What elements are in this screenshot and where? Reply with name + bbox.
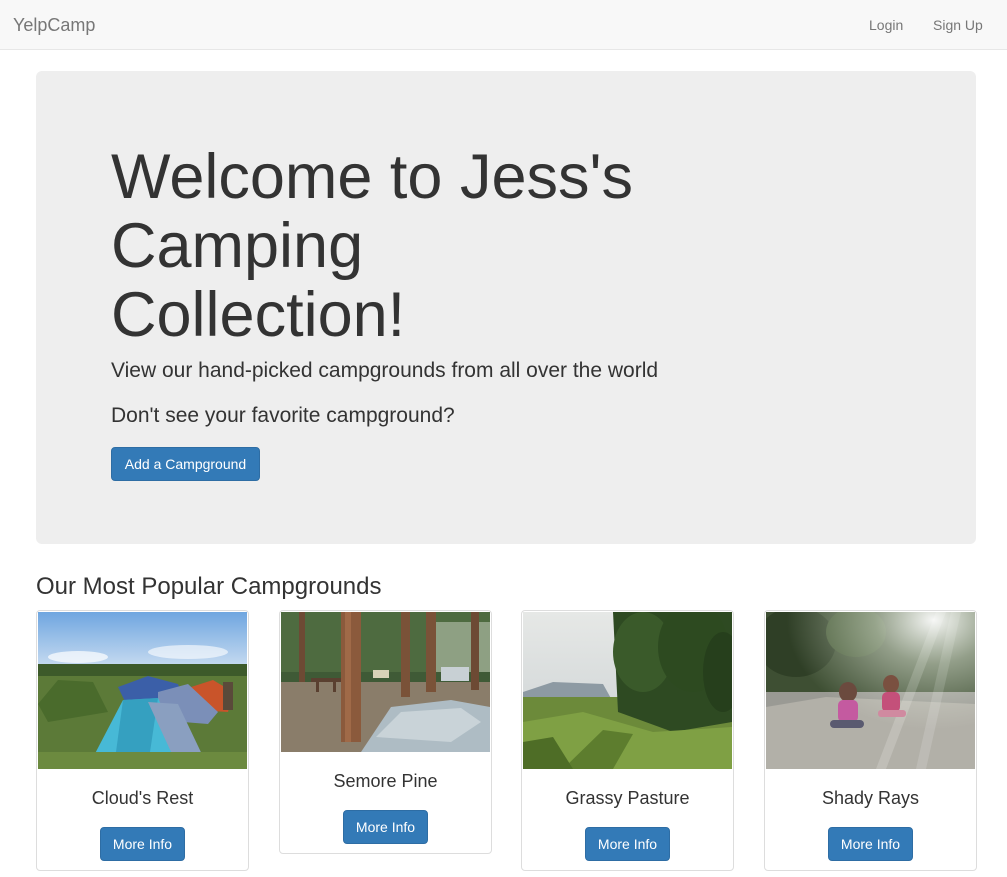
card-caption: Shady Rays More Info [766,769,975,861]
campground-card: Grassy Pasture More Info [521,610,734,871]
hero-subtitle: View our hand-picked campgrounds from al… [111,359,659,382]
pine-forest-photo [281,612,490,752]
jumbotron: Welcome to Jess's Camping Collection! Vi… [36,71,976,544]
add-campground-button[interactable]: Add a Campground [111,447,260,481]
campground-image [38,612,247,769]
campground-card: Semore Pine More Info [279,610,492,854]
hero-title: Welcome to Jess's Camping Collection! [111,142,634,350]
card-caption: Grassy Pasture More Info [523,769,732,861]
campground-name: Grassy Pasture [565,788,690,808]
shady-camp-photo [766,612,975,769]
navbar: YelpCamp Login Sign Up [0,0,1007,50]
campground-image [523,612,732,769]
pasture-photo [523,612,732,769]
login-link[interactable]: Login [869,17,903,33]
more-info-button[interactable]: More Info [100,827,185,861]
section-title: Our Most Popular Campgrounds [36,573,382,600]
signup-link[interactable]: Sign Up [933,17,983,33]
more-info-button[interactable]: More Info [828,827,913,861]
tents-photo [38,612,247,769]
campground-card: Shady Rays More Info [764,610,977,871]
card-caption: Cloud's Rest More Info [38,769,247,861]
more-info-button[interactable]: More Info [585,827,670,861]
campground-image [766,612,975,769]
campground-image [281,612,490,752]
campground-name: Shady Rays [821,788,920,808]
more-info-button[interactable]: More Info [343,810,428,844]
campground-card: Cloud's Rest More Info [36,610,249,871]
brand-link[interactable]: YelpCamp [13,15,95,36]
hero-prompt: Don't see your favorite campground? [111,404,455,427]
card-caption: Semore Pine More Info [281,752,490,844]
campground-name: Cloud's Rest [91,788,194,808]
campground-name: Semore Pine [333,771,438,791]
